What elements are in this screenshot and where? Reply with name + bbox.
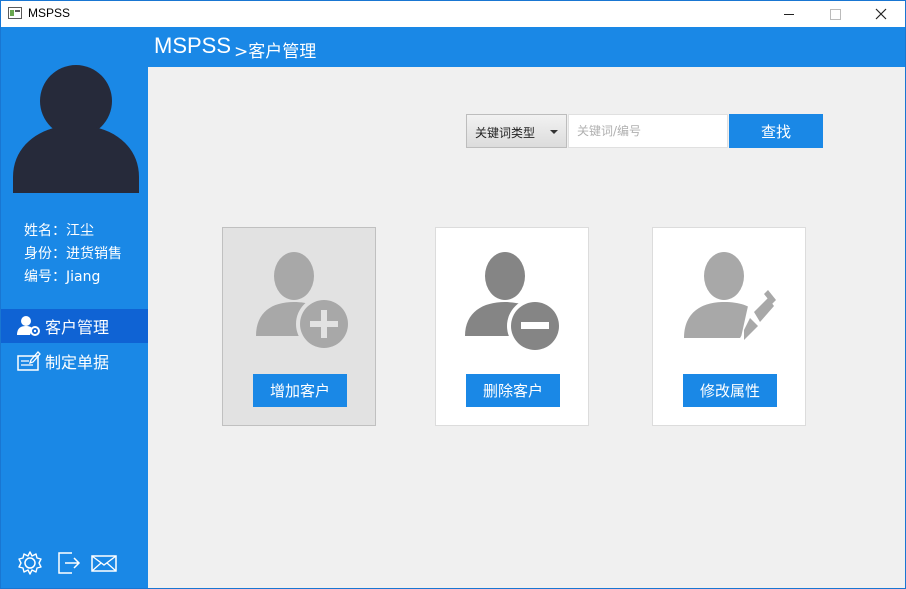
chevron-down-icon bbox=[550, 130, 558, 134]
mail-icon[interactable] bbox=[91, 550, 117, 576]
document-edit-icon bbox=[17, 349, 41, 373]
edit-attributes-button[interactable]: 修改属性 bbox=[683, 374, 777, 407]
user-remove-icon bbox=[465, 252, 563, 352]
add-customer-button[interactable]: 增加客户 bbox=[253, 374, 347, 407]
user-info: 姓名：江尘 身份：进货销售 编号：Jiang bbox=[24, 220, 122, 289]
maximize-button[interactable] bbox=[812, 1, 858, 27]
user-id: 编号：Jiang bbox=[24, 269, 101, 285]
delete-customer-button[interactable]: 删除客户 bbox=[466, 374, 560, 407]
sidebar-bottom-icons bbox=[1, 548, 148, 578]
delete-customer-card[interactable]: 删除客户 bbox=[435, 227, 589, 426]
window-title: MSPSS bbox=[28, 6, 71, 20]
search-button[interactable]: 查找 bbox=[729, 114, 823, 148]
app-window: MSPSS MSPSS >客户管理 姓名：江尘 身份：进货销售 编号：Jiang bbox=[0, 0, 906, 589]
keyword-type-select[interactable]: 关键词类型 bbox=[466, 114, 567, 148]
sidebar-item-label: 客户管理 bbox=[45, 318, 110, 337]
user-gear-icon bbox=[17, 314, 41, 338]
title-bar: MSPSS bbox=[1, 1, 905, 27]
header-app-name: MSPSS bbox=[154, 33, 232, 58]
breadcrumb: >客户管理 bbox=[234, 42, 317, 62]
avatar[interactable] bbox=[13, 65, 139, 193]
sidebar-item-label: 制定单据 bbox=[45, 353, 110, 372]
page-header: MSPSS >客户管理 bbox=[148, 27, 905, 67]
user-role: 身份：进货销售 bbox=[24, 246, 122, 262]
edit-attributes-card[interactable]: 修改属性 bbox=[652, 227, 806, 426]
sidebar-item-customer-management[interactable]: 客户管理 bbox=[1, 309, 148, 343]
settings-icon[interactable] bbox=[17, 550, 43, 576]
user-add-icon bbox=[256, 252, 352, 352]
minimize-button[interactable] bbox=[766, 1, 812, 27]
close-icon bbox=[875, 8, 887, 20]
app-icon bbox=[8, 7, 22, 19]
keyword-type-label: 关键词类型 bbox=[475, 126, 536, 140]
minimize-icon bbox=[784, 13, 794, 15]
maximize-icon bbox=[829, 8, 841, 20]
logout-icon[interactable] bbox=[56, 550, 82, 576]
close-button[interactable] bbox=[858, 1, 904, 27]
sidebar-item-create-document[interactable]: 制定单据 bbox=[1, 344, 148, 378]
add-customer-card[interactable]: 增加客户 bbox=[222, 227, 376, 426]
sidebar: 姓名：江尘 身份：进货销售 编号：Jiang 客户管理 制定单据 bbox=[1, 27, 148, 588]
user-name: 姓名：江尘 bbox=[24, 223, 94, 239]
user-edit-icon bbox=[684, 252, 778, 344]
search-input[interactable] bbox=[568, 114, 728, 148]
